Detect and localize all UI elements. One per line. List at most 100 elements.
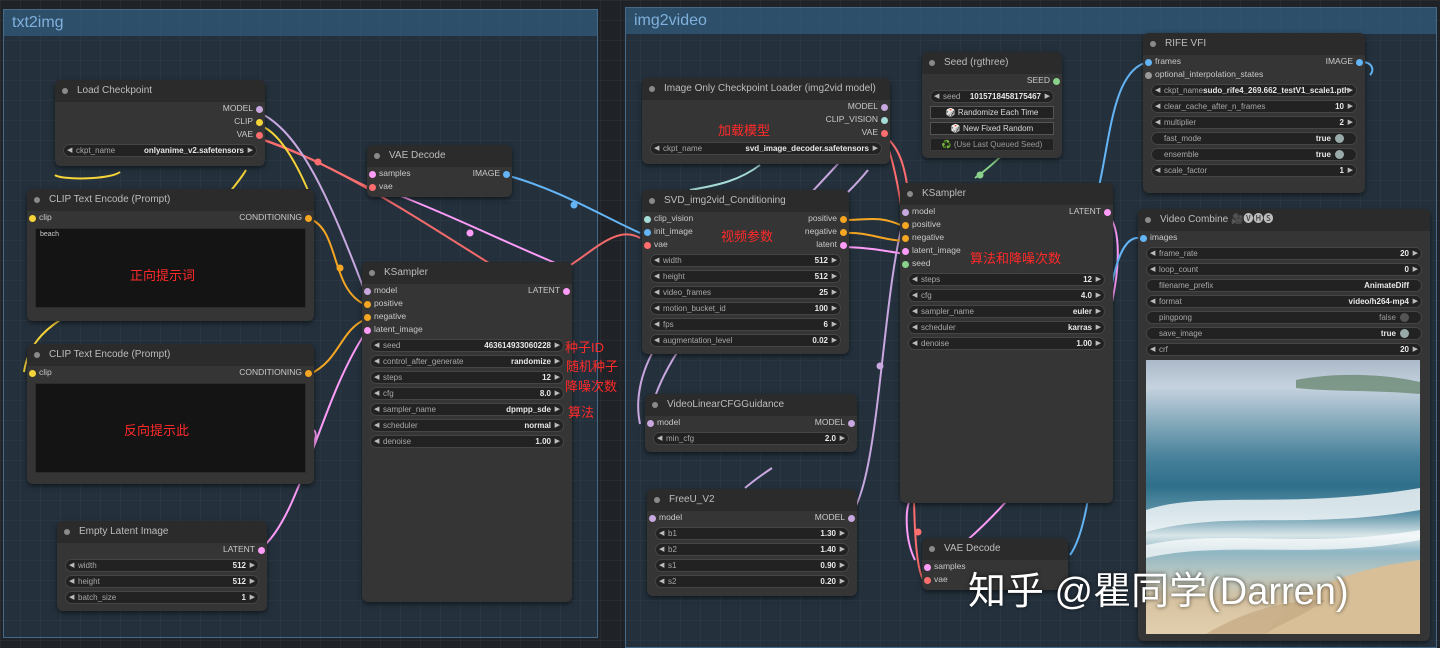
input-samples[interactable]: samples [924, 561, 966, 571]
new-fixed-random-button[interactable]: 🎲 New Fixed Random [930, 122, 1054, 135]
output-negative[interactable]: negative [805, 226, 847, 236]
input-clip[interactable]: clip [29, 367, 52, 377]
output-latent[interactable]: LATENT [223, 544, 265, 554]
output-clip[interactable]: CLIP [234, 116, 263, 126]
clear-cache-widget[interactable]: clear_cache_after_n_frames10 [1151, 100, 1357, 113]
steps-widget[interactable]: steps12 [908, 273, 1105, 286]
output-model[interactable]: MODEL [815, 417, 855, 427]
b1-widget[interactable]: b11.30 [655, 527, 849, 540]
fps-widget[interactable]: fps6 [650, 318, 841, 331]
seed-widget[interactable]: seed1015718458175467 [930, 90, 1054, 103]
seed-widget[interactable]: seed463614933060228 [370, 339, 564, 352]
cfg-widget[interactable]: cfg4.0 [908, 289, 1105, 302]
min-cfg-widget[interactable]: min_cfg2.0 [653, 432, 849, 445]
output-model[interactable]: MODEL [815, 512, 855, 522]
input-vae[interactable]: vae [924, 574, 948, 584]
node-title[interactable]: Load Checkpoint [55, 80, 265, 102]
output-conditioning[interactable]: CONDITIONING [239, 367, 312, 377]
width-widget[interactable]: width512 [65, 559, 259, 572]
node-ksampler-2[interactable]: KSampler model LATENT positive negative … [900, 183, 1113, 503]
input-positive[interactable]: positive [364, 298, 403, 308]
denoise-widget[interactable]: denoise1.00 [908, 337, 1105, 350]
node-clip-text-encode-positive[interactable]: CLIP Text Encode (Prompt) clip CONDITION… [27, 189, 314, 321]
node-title[interactable]: KSampler [362, 262, 572, 284]
cfg-widget[interactable]: cfg8.0 [370, 387, 564, 400]
node-title[interactable]: VAE Decode [367, 145, 512, 167]
node-title[interactable]: VAE Decode [922, 538, 1068, 560]
node-ksampler-1[interactable]: KSampler model LATENT positive negative … [362, 262, 572, 602]
node-title[interactable]: FreeU_V2 [647, 489, 857, 511]
output-clip-vision[interactable]: CLIP_VISION [826, 114, 888, 124]
input-optional-interpolation-states[interactable]: optional_interpolation_states [1145, 69, 1263, 79]
height-widget[interactable]: height512 [650, 270, 841, 283]
node-clip-text-encode-negative[interactable]: CLIP Text Encode (Prompt) clip CONDITION… [27, 344, 314, 484]
batch-size-widget[interactable]: batch_size1 [65, 591, 259, 604]
input-clip-vision[interactable]: clip_vision [644, 213, 693, 223]
output-image[interactable]: IMAGE [1326, 56, 1363, 66]
node-load-checkpoint[interactable]: Load Checkpoint MODEL CLIP VAE ckpt_name… [55, 80, 265, 166]
output-vae[interactable]: VAE [237, 129, 263, 139]
save-image-toggle[interactable]: save_image true [1146, 327, 1422, 340]
format-combo[interactable]: formatvideo/h264-mp4 [1146, 295, 1422, 308]
output-positive[interactable]: positive [808, 213, 847, 223]
height-widget[interactable]: height512 [65, 575, 259, 588]
input-vae[interactable]: vae [644, 239, 668, 249]
output-latent[interactable]: LATENT [528, 285, 570, 295]
node-title[interactable]: Seed (rgthree) [922, 52, 1062, 74]
node-title[interactable]: CLIP Text Encode (Prompt) [27, 344, 314, 366]
loop-count-widget[interactable]: loop_count0 [1146, 263, 1422, 276]
output-model[interactable]: MODEL [223, 103, 263, 113]
input-model[interactable]: model [364, 285, 397, 295]
input-model[interactable]: model [647, 417, 680, 427]
ckpt-name-combo[interactable]: ckpt_namesvd_image_decoder.safetensors [650, 142, 882, 155]
input-negative[interactable]: negative [364, 311, 406, 321]
scheduler-widget[interactable]: schedulerkarras [908, 321, 1105, 334]
sampler-name-widget[interactable]: sampler_namedpmpp_sde [370, 403, 564, 416]
input-vae[interactable]: vae [369, 181, 393, 191]
s1-widget[interactable]: s10.90 [655, 559, 849, 572]
motion-bucket-id-widget[interactable]: motion_bucket_id100 [650, 302, 841, 315]
node-title[interactable]: SVD_img2vid_Conditioning [642, 190, 849, 212]
randomize-each-time-button[interactable]: 🎲 Randomize Each Time [930, 106, 1054, 119]
fast-mode-toggle[interactable]: fast_mode true [1151, 132, 1357, 145]
node-title[interactable]: KSampler [900, 183, 1113, 205]
pingpong-toggle[interactable]: pingpong false [1146, 311, 1422, 324]
input-frames[interactable]: frames [1145, 56, 1181, 66]
filename-prefix-field[interactable]: filename_prefix AnimateDiff [1146, 279, 1422, 292]
node-seed-rgthree[interactable]: Seed (rgthree) SEED seed1015718458175467… [922, 52, 1062, 158]
node-title[interactable]: Image Only Checkpoint Loader (img2vid mo… [642, 78, 890, 100]
steps-widget[interactable]: steps12 [370, 371, 564, 384]
scheduler-widget[interactable]: schedulernormal [370, 419, 564, 432]
node-title[interactable]: Empty Latent Image [57, 521, 267, 543]
output-seed[interactable]: SEED [1027, 75, 1060, 85]
augmentation-level-widget[interactable]: augmentation_level0.02 [650, 334, 841, 347]
output-vae[interactable]: VAE [862, 127, 888, 137]
node-rife-vfi[interactable]: RIFE VFI frames IMAGE optional_interpola… [1143, 33, 1365, 193]
width-widget[interactable]: width512 [650, 254, 841, 267]
output-model[interactable]: MODEL [848, 101, 888, 111]
ensemble-toggle[interactable]: ensemble true [1151, 148, 1357, 161]
node-empty-latent-image[interactable]: Empty Latent Image LATENT width512 heigh… [57, 521, 267, 611]
input-samples[interactable]: samples [369, 168, 411, 178]
scale-factor-widget[interactable]: scale_factor1 [1151, 164, 1357, 177]
input-latent-image[interactable]: latent_image [364, 324, 423, 334]
multiplier-widget[interactable]: multiplier2 [1151, 116, 1357, 129]
node-svd-img2vid-conditioning[interactable]: SVD_img2vid_Conditioning clip_vision pos… [642, 190, 849, 354]
node-vae-decode-1[interactable]: VAE Decode samples IMAGE vae [367, 145, 512, 197]
control-after-generate-widget[interactable]: control_after_generaterandomize [370, 355, 564, 368]
input-model[interactable]: model [902, 206, 935, 216]
node-video-linear-cfg-guidance[interactable]: VideoLinearCFGGuidance model MODEL min_c… [645, 394, 857, 452]
output-image[interactable]: IMAGE [473, 168, 510, 178]
frame-rate-widget[interactable]: frame_rate20 [1146, 247, 1422, 260]
b2-widget[interactable]: b21.40 [655, 543, 849, 556]
node-title[interactable]: VideoLinearCFGGuidance [645, 394, 857, 416]
output-latent[interactable]: LATENT [1069, 206, 1111, 216]
input-images[interactable]: images [1140, 232, 1177, 242]
node-freeu-v2[interactable]: FreeU_V2 model MODEL b11.30 b21.40 s10.9… [647, 489, 857, 596]
input-seed[interactable]: seed [902, 258, 930, 268]
input-model[interactable]: model [649, 512, 682, 522]
input-negative[interactable]: negative [902, 232, 944, 242]
input-latent-image[interactable]: latent_image [902, 245, 961, 255]
input-init-image[interactable]: init_image [644, 226, 693, 236]
use-last-queued-seed-button[interactable]: ♻️ (Use Last Queued Seed) [930, 138, 1054, 151]
